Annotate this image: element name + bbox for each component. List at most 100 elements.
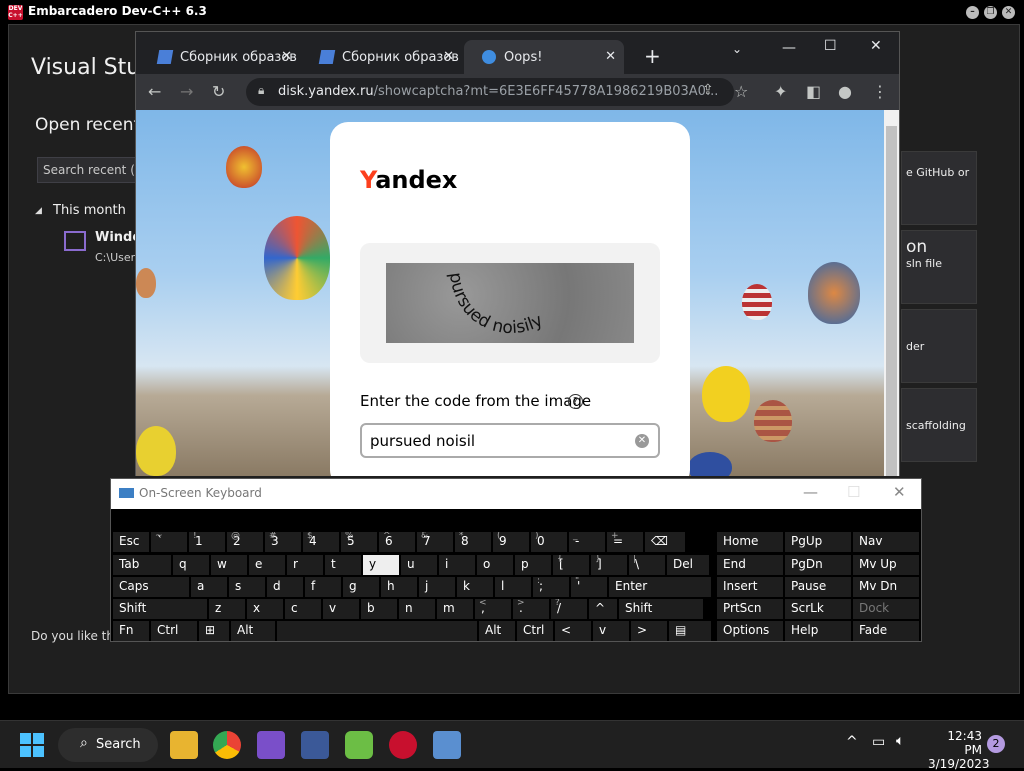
osk-key[interactable]: Alt bbox=[479, 621, 515, 641]
osk-key[interactable]: ;: bbox=[533, 577, 569, 597]
osk-key[interactable]: m bbox=[437, 599, 473, 619]
osk-key[interactable]: g bbox=[343, 577, 379, 597]
osk-key[interactable]: ]} bbox=[591, 555, 627, 575]
osk-nav-key[interactable]: Mv Up bbox=[853, 555, 919, 575]
osk-key[interactable]: Ctrl bbox=[151, 621, 197, 641]
chrome-icon[interactable] bbox=[213, 731, 241, 759]
group-this-month[interactable]: This month bbox=[53, 203, 126, 218]
volume-icon[interactable]: 🔈︎ bbox=[896, 733, 904, 749]
osk-nav-key[interactable]: PgUp bbox=[785, 532, 851, 552]
osk-key[interactable]: , < bbox=[475, 599, 511, 619]
create-project-card[interactable]: scaffolding bbox=[901, 388, 977, 462]
osk-key[interactable]: 1! bbox=[189, 532, 225, 552]
computer-icon[interactable] bbox=[301, 731, 329, 759]
osk-nav-key[interactable]: PrtScn bbox=[717, 599, 783, 619]
osk-key[interactable]: f bbox=[305, 577, 341, 597]
osk-key[interactable]: c bbox=[285, 599, 321, 619]
tab-search-icon[interactable]: ⌄ bbox=[732, 42, 742, 56]
file-explorer-icon[interactable] bbox=[170, 731, 198, 759]
open-folder-card[interactable]: der bbox=[901, 309, 977, 383]
help-icon[interactable]: ? bbox=[568, 394, 583, 409]
extensions-icon[interactable]: ✦ bbox=[774, 82, 787, 101]
close-icon[interactable]: ✕ bbox=[893, 483, 906, 501]
clock[interactable]: 12:43 PM 3/19/2023 bbox=[928, 729, 990, 771]
osk-key[interactable]: v bbox=[593, 621, 629, 641]
osk-key[interactable]: = + bbox=[607, 532, 643, 552]
captcha-input[interactable] bbox=[360, 423, 660, 458]
osk-key[interactable]: 9( bbox=[493, 532, 529, 552]
osk-key[interactable]: e bbox=[249, 555, 285, 575]
osk-key[interactable]: ' " bbox=[571, 577, 607, 597]
osk-nav-key[interactable]: Nav bbox=[853, 532, 919, 552]
osk-key[interactable]: 2 @ bbox=[227, 532, 263, 552]
osk-key[interactable]: h bbox=[381, 577, 417, 597]
search-recent-input[interactable]: Search recent (Alt bbox=[37, 157, 147, 183]
osk-key[interactable]: p bbox=[515, 555, 551, 575]
open-project-card[interactable]: on sln file bbox=[901, 230, 977, 304]
osk-key[interactable]: [{ bbox=[553, 555, 589, 575]
tab-close-icon[interactable]: ✕ bbox=[443, 49, 454, 64]
notification-badge[interactable]: 2 bbox=[987, 735, 1005, 753]
osk-key[interactable]: Caps bbox=[113, 577, 189, 597]
osk-key[interactable]: Fn bbox=[113, 621, 149, 641]
remote-desktop-icon[interactable] bbox=[433, 731, 461, 759]
maximize-icon[interactable]: ☐ bbox=[824, 38, 837, 54]
osk-key[interactable]: q bbox=[173, 555, 209, 575]
maximize-icon[interactable]: ☐ bbox=[847, 483, 860, 501]
osk-key[interactable]: Tab bbox=[113, 555, 171, 575]
osk-key[interactable]: 3 # bbox=[265, 532, 301, 552]
osk-nav-key[interactable]: Home bbox=[717, 532, 783, 552]
osk-key[interactable]: /? bbox=[551, 599, 587, 619]
reload-icon[interactable]: ↻ bbox=[212, 82, 225, 101]
profile-icon[interactable]: ● bbox=[838, 82, 852, 101]
osk-key[interactable]: \ | bbox=[629, 555, 665, 575]
network-icon[interactable]: ▭ bbox=[872, 734, 885, 750]
osk-nav-key[interactable]: PgDn bbox=[785, 555, 851, 575]
osk-key[interactable]: j bbox=[419, 577, 455, 597]
osk-key[interactable]: 4 $ bbox=[303, 532, 339, 552]
menu-icon[interactable]: ⋮ bbox=[872, 82, 888, 101]
osk-nav-key[interactable]: Dock bbox=[853, 599, 919, 619]
osk-key[interactable]: b bbox=[361, 599, 397, 619]
osk-key[interactable]: k bbox=[457, 577, 493, 597]
osk-key[interactable] bbox=[277, 621, 477, 641]
page-scrollbar[interactable] bbox=[884, 110, 899, 476]
osk-key[interactable]: ` ~ bbox=[151, 532, 187, 552]
app-icon[interactable] bbox=[345, 731, 373, 759]
osk-key[interactable]: > bbox=[631, 621, 667, 641]
close-icon[interactable]: ✕ bbox=[870, 38, 882, 54]
osk-key[interactable]: ⊞ bbox=[199, 621, 229, 641]
osk-key[interactable]: y bbox=[363, 555, 399, 575]
osk-key[interactable]: s bbox=[229, 577, 265, 597]
osk-key[interactable]: l bbox=[495, 577, 531, 597]
clear-input-icon[interactable]: ✕ bbox=[635, 434, 649, 448]
tab-1[interactable]: Сборник образов ✕ bbox=[140, 40, 300, 74]
osk-key[interactable]: i bbox=[439, 555, 475, 575]
osk-nav-key[interactable]: Fade bbox=[853, 621, 919, 641]
osk-key[interactable]: 5% bbox=[341, 532, 377, 552]
osk-key[interactable]: w bbox=[211, 555, 247, 575]
osk-nav-key[interactable]: Pause bbox=[785, 577, 851, 597]
scrollbar-thumb[interactable] bbox=[886, 126, 897, 476]
osk-key[interactable]: t bbox=[325, 555, 361, 575]
osk-key[interactable]: 0) bbox=[531, 532, 567, 552]
taskbar-search-button[interactable]: ⌕ Search bbox=[58, 728, 158, 762]
back-icon[interactable]: ← bbox=[148, 82, 161, 101]
osk-key[interactable]: o bbox=[477, 555, 513, 575]
osk-key[interactable]: Esc bbox=[113, 532, 149, 552]
osk-key[interactable]: < bbox=[555, 621, 591, 641]
minimize-icon[interactable]: – bbox=[966, 6, 979, 19]
osk-key[interactable]: 8 * bbox=[455, 532, 491, 552]
close-icon[interactable]: ✕ bbox=[1002, 6, 1015, 19]
osk-nav-key[interactable]: Insert bbox=[717, 577, 783, 597]
osk-key[interactable]: Alt bbox=[231, 621, 275, 641]
minimize-icon[interactable]: — bbox=[782, 40, 796, 56]
osk-key[interactable]: Shift bbox=[619, 599, 703, 619]
osk-key[interactable]: r bbox=[287, 555, 323, 575]
osk-key[interactable]: 7 & bbox=[417, 532, 453, 552]
collapse-icon[interactable]: ◢ bbox=[35, 206, 42, 216]
osk-key[interactable]: z bbox=[209, 599, 245, 619]
osk-key[interactable]: . > bbox=[513, 599, 549, 619]
tab-close-icon[interactable]: ✕ bbox=[281, 49, 292, 64]
osk-key[interactable]: n bbox=[399, 599, 435, 619]
